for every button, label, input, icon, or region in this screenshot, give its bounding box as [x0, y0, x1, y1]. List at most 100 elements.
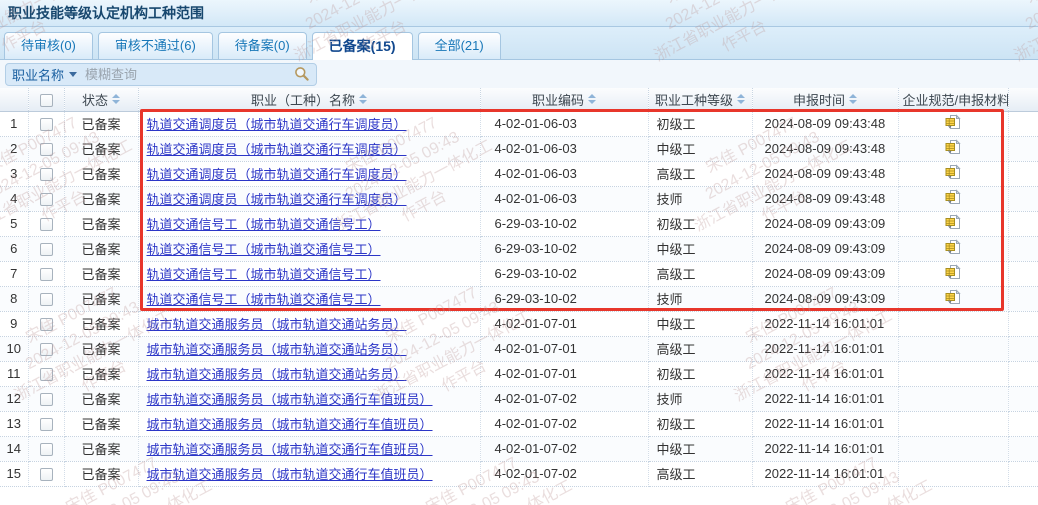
declare-time-cell: 2024-08-09 09:43:09 — [752, 261, 898, 286]
table-row: 14 已备案城市轨道交通服务员（城市轨道交通行车值班员） 4-02-01-07-02… — [0, 436, 1038, 461]
tab-5[interactable]: 全部(21) — [418, 32, 501, 59]
status-cell: 已备案 — [64, 261, 138, 286]
job-name-link[interactable]: 城市轨道交通服务员（城市轨道交通行车值班员） — [147, 467, 433, 482]
document-material-icon[interactable] — [945, 243, 961, 258]
row-checkbox[interactable] — [40, 293, 53, 306]
column-header-label: 职业编码 — [532, 90, 584, 109]
column-header-label: 企业规范/申报材料 — [903, 90, 1009, 109]
job-level-cell: 初级工 — [648, 361, 752, 386]
job-code-cell: 6-29-03-10-02 — [480, 236, 648, 261]
job-code-cell: 4-02-01-06-03 — [480, 111, 648, 136]
row-checkbox[interactable] — [40, 243, 53, 256]
row-number: 5 — [0, 211, 28, 236]
row-checkbox[interactable] — [40, 468, 53, 481]
search-input[interactable] — [77, 67, 294, 82]
document-material-icon[interactable] — [945, 218, 961, 233]
row-checkbox[interactable] — [40, 418, 53, 431]
table-row: 15已备案城市轨道交通服务员（城市轨道交通行车值班员）4-02-01-07-02… — [0, 461, 1038, 486]
job-name-link[interactable]: 城市轨道交通服务员（城市轨道交通站务员） — [147, 367, 407, 382]
row-checkbox[interactable] — [40, 143, 53, 156]
table-row: 12已备案城市轨道交通服务员（城市轨道交通行车值班员）4-02-01-07-02… — [0, 386, 1038, 411]
document-material-icon[interactable] — [945, 143, 961, 158]
document-material-icon[interactable] — [945, 293, 961, 308]
document-material-icon[interactable] — [945, 268, 961, 283]
job-level-cell: 中级工 — [648, 311, 752, 336]
sort-arrows-icon[interactable] — [112, 94, 120, 104]
row-checkbox[interactable] — [40, 343, 53, 356]
job-name-link[interactable]: 城市轨道交通服务员（城市轨道交通行车值班员） — [147, 442, 433, 457]
row-checkbox[interactable] — [40, 443, 53, 456]
row-checkbox-cell — [28, 211, 64, 236]
column-header-1[interactable]: 状态 — [64, 88, 138, 111]
job-code-cell: 4-02-01-06-03 — [480, 186, 648, 211]
sort-arrows-icon[interactable] — [737, 94, 745, 104]
magnifier-icon[interactable] — [294, 66, 310, 82]
row-checkbox-cell — [28, 311, 64, 336]
job-name-cell: 轨道交通调度员（城市轨道交通行车调度员） — [138, 161, 480, 186]
row-number: 10 — [0, 336, 28, 361]
job-name-cell: 城市轨道交通服务员（城市轨道交通行车值班员） — [138, 436, 480, 461]
row-checkbox[interactable] — [40, 168, 53, 181]
row-number: 15 — [0, 461, 28, 486]
column-header-3[interactable]: 职业编码 — [480, 88, 648, 111]
row-checkbox-cell — [28, 336, 64, 361]
row-number: 14 — [0, 436, 28, 461]
job-level-cell: 中级工 — [648, 436, 752, 461]
row-number: 9 — [0, 311, 28, 336]
row-checkbox[interactable] — [40, 318, 53, 331]
search-box: 职业名称 — [5, 63, 317, 86]
declare-time-cell: 2024-08-09 09:43:48 — [752, 186, 898, 211]
sort-arrows-icon[interactable] — [849, 94, 857, 104]
column-header-4[interactable]: 职业工种等级 — [648, 88, 752, 111]
material-cell — [898, 261, 1008, 286]
tab-4-active[interactable]: 已备案(15) — [312, 32, 413, 60]
job-name-cell: 轨道交通信号工（城市轨道交通信号工） — [138, 261, 480, 286]
sort-arrows-icon[interactable] — [588, 94, 596, 104]
job-name-link[interactable]: 轨道交通信号工（城市轨道交通信号工） — [147, 242, 381, 257]
material-cell — [898, 161, 1008, 186]
job-level-cell: 中级工 — [648, 136, 752, 161]
tab-3[interactable]: 待备案(0) — [218, 32, 307, 59]
job-name-link[interactable]: 轨道交通信号工（城市轨道交通信号工） — [147, 267, 381, 282]
tab-1[interactable]: 待审核(0) — [4, 32, 93, 59]
filler-cell — [1008, 186, 1038, 211]
row-checkbox[interactable] — [40, 218, 53, 231]
row-checkbox[interactable] — [40, 193, 53, 206]
document-material-icon[interactable] — [945, 193, 961, 208]
tab-2[interactable]: 审核不通过(6) — [98, 32, 213, 59]
sort-arrows-icon[interactable] — [359, 94, 367, 104]
job-name-link[interactable]: 城市轨道交通服务员（城市轨道交通行车值班员） — [147, 392, 433, 407]
job-name-link[interactable]: 轨道交通调度员（城市轨道交通行车调度员） — [147, 167, 407, 182]
column-header-5[interactable]: 申报时间 — [752, 88, 898, 111]
job-name-link[interactable]: 轨道交通信号工（城市轨道交通信号工） — [147, 292, 381, 307]
job-code-cell: 6-29-03-10-02 — [480, 211, 648, 236]
job-name-cell: 城市轨道交通服务员（城市轨道交通站务员） — [138, 336, 480, 361]
material-cell — [898, 386, 1008, 411]
job-name-link[interactable]: 轨道交通调度员（城市轨道交通行车调度员） — [147, 192, 407, 207]
job-name-link[interactable]: 城市轨道交通服务员（城市轨道交通站务员） — [147, 342, 407, 357]
document-material-icon[interactable] — [945, 118, 961, 133]
row-checkbox[interactable] — [40, 268, 53, 281]
select-all-checkbox[interactable] — [40, 94, 53, 107]
job-name-link[interactable]: 轨道交通信号工（城市轨道交通信号工） — [147, 217, 381, 232]
column-header-6[interactable]: 企业规范/申报材料 — [898, 88, 1008, 111]
status-cell: 已备案 — [64, 436, 138, 461]
job-name-link[interactable]: 轨道交通调度员（城市轨道交通行车调度员） — [147, 117, 407, 132]
records-table: 状态职业（工种）名称职业编码职业工种等级申报时间企业规范/申报材料 1已备案轨道… — [0, 88, 1038, 487]
job-name-link[interactable]: 城市轨道交通服务员（城市轨道交通站务员） — [147, 317, 407, 332]
table-row: 4已备案轨道交通调度员（城市轨道交通行车调度员）4-02-01-06-03技师2… — [0, 186, 1038, 211]
row-checkbox[interactable] — [40, 368, 53, 381]
row-checkbox[interactable] — [40, 118, 53, 131]
row-checkbox-cell — [28, 386, 64, 411]
search-field-selector[interactable]: 职业名称 — [12, 65, 77, 84]
row-checkbox[interactable] — [40, 393, 53, 406]
column-header-2[interactable]: 职业（工种）名称 — [138, 88, 480, 111]
job-level-cell: 技师 — [648, 186, 752, 211]
job-level-cell: 初级工 — [648, 211, 752, 236]
job-code-cell: 4-02-01-07-02 — [480, 436, 648, 461]
document-material-icon[interactable] — [945, 168, 961, 183]
job-name-link[interactable]: 轨道交通调度员（城市轨道交通行车调度员） — [147, 142, 407, 157]
job-name-link[interactable]: 城市轨道交通服务员（城市轨道交通行车值班员） — [147, 417, 433, 432]
window-title-bar: 职业技能等级认定机构工种范围 — [0, 0, 1038, 27]
row-number-header — [0, 88, 28, 111]
